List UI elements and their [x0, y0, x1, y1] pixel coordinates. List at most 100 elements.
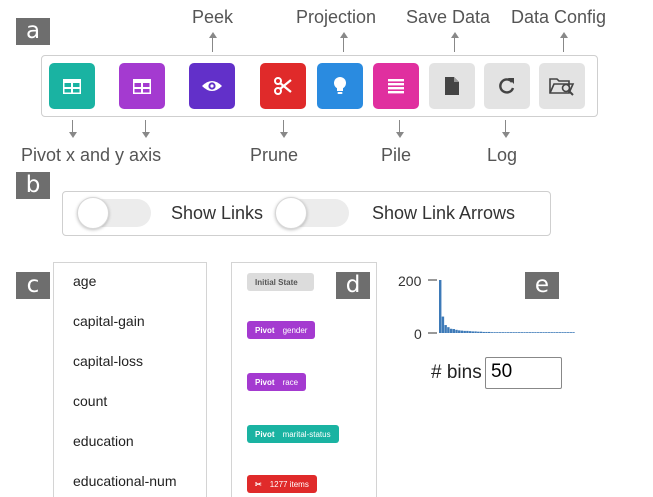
histogram-bar — [555, 332, 559, 333]
histogram-bar — [458, 330, 461, 333]
histogram-bar — [493, 332, 496, 333]
histogram-bar — [569, 332, 572, 333]
callout-pivot: Pivot x and y axis — [21, 145, 162, 165]
history-item-prune[interactable]: ✂ 1277 items — [247, 475, 317, 493]
attribute-item[interactable]: capital-loss — [73, 353, 143, 369]
histogram-bar — [509, 332, 513, 333]
pile-button[interactable] — [373, 63, 419, 109]
line-data-config — [563, 38, 564, 52]
histogram-bar — [528, 332, 532, 333]
histogram-bar — [501, 332, 504, 333]
pivot-y-icon — [133, 78, 151, 94]
histogram-bar — [550, 332, 553, 333]
attribute-list: age capital-gain capital-loss count educ… — [53, 262, 207, 497]
histogram-bar — [460, 330, 464, 333]
show-links-toggle[interactable] — [77, 197, 151, 229]
histogram-bar — [482, 331, 485, 333]
toggle-knob — [275, 197, 307, 229]
history-value: marital-status — [282, 429, 331, 439]
arrow-pile — [396, 132, 404, 138]
show-link-arrows-label: Show Link Arrows — [372, 203, 516, 223]
line-pivot-y — [145, 120, 146, 132]
histogram-bar — [487, 331, 491, 333]
histogram-bar — [479, 331, 483, 333]
projection-button[interactable] — [317, 63, 363, 109]
histogram-bar — [515, 332, 518, 333]
histogram-bar — [471, 331, 475, 333]
folder-search-icon — [549, 75, 575, 97]
show-links-label: Show Links — [171, 203, 264, 223]
histogram-bar — [507, 332, 510, 333]
toolbar — [41, 55, 598, 117]
histogram-bar — [534, 332, 537, 333]
file-icon — [445, 77, 459, 95]
histogram-bar — [553, 332, 556, 333]
show-link-arrows-toggle[interactable] — [275, 197, 349, 229]
eye-icon — [201, 79, 223, 93]
history-key: Pivot — [255, 325, 275, 335]
attribute-item[interactable]: capital-gain — [73, 313, 145, 329]
histogram-bar — [468, 331, 472, 333]
histogram-bar — [539, 332, 543, 333]
pivot-x-button[interactable] — [49, 63, 95, 109]
save-data-button[interactable] — [429, 63, 475, 109]
history-key: Pivot — [255, 429, 275, 439]
histogram-bar — [558, 332, 562, 333]
history-item[interactable]: Pivot marital-status — [247, 425, 339, 443]
histogram-bar — [572, 332, 575, 333]
lightbulb-icon — [333, 76, 347, 96]
line-projection — [343, 38, 344, 52]
histogram-bar — [531, 332, 534, 333]
histogram-bar — [545, 332, 548, 333]
pivot-y-button[interactable] — [119, 63, 165, 109]
arrow-projection — [340, 32, 348, 38]
histogram-bar — [477, 331, 480, 333]
callout-projection: Projection — [296, 7, 377, 27]
arrow-save-data — [451, 32, 459, 38]
histogram-bar — [496, 332, 499, 333]
histogram-bar — [474, 331, 477, 333]
data-config-button[interactable] — [539, 63, 585, 109]
panel-label-a: a — [16, 18, 50, 45]
y-tick-label: 200 — [398, 273, 422, 289]
line-peek — [212, 38, 213, 52]
attribute-item[interactable]: age — [73, 273, 96, 289]
list-icon — [388, 78, 404, 94]
arrow-data-config — [560, 32, 568, 38]
redo-icon — [498, 77, 516, 95]
history-item[interactable]: Pivot gender — [247, 321, 316, 339]
history-key: Initial State — [255, 277, 298, 287]
history-item-initial[interactable]: Initial State — [247, 273, 314, 291]
arrow-pivot-y — [142, 132, 150, 138]
peek-button[interactable] — [189, 63, 235, 109]
attribute-item[interactable]: count — [73, 393, 107, 409]
attribute-item[interactable]: education — [73, 433, 134, 449]
histogram-bar — [490, 332, 494, 333]
prune-button[interactable] — [260, 63, 306, 109]
links-bar: Show Links Show Link Arrows — [62, 191, 551, 236]
log-button[interactable] — [484, 63, 530, 109]
callout-peek: Peek — [192, 7, 234, 27]
histogram-bar — [455, 329, 458, 333]
histogram-bar — [561, 332, 564, 333]
arrow-prune — [280, 132, 288, 138]
histogram-bar — [449, 328, 453, 333]
histogram-bar — [536, 332, 540, 333]
scissors-icon — [274, 77, 292, 95]
histogram-bar — [485, 331, 488, 333]
histogram-bar — [439, 280, 442, 333]
scissors-icon: ✂ — [255, 479, 262, 489]
histogram-bar — [441, 316, 445, 333]
arrow-peek — [209, 32, 217, 38]
bins-input[interactable]: 50 — [485, 357, 562, 389]
history-value: race — [282, 377, 299, 387]
y-tick-label: 0 — [414, 326, 422, 342]
attribute-item[interactable]: educational-num — [73, 473, 177, 489]
histogram-bar — [512, 332, 515, 333]
line-pile — [399, 120, 400, 132]
line-prune — [283, 120, 284, 132]
history-item[interactable]: Pivot race — [247, 373, 307, 391]
history-value: 1277 items — [269, 479, 309, 489]
arrow-pivot-x — [69, 132, 77, 138]
callout-prune: Prune — [250, 145, 299, 165]
